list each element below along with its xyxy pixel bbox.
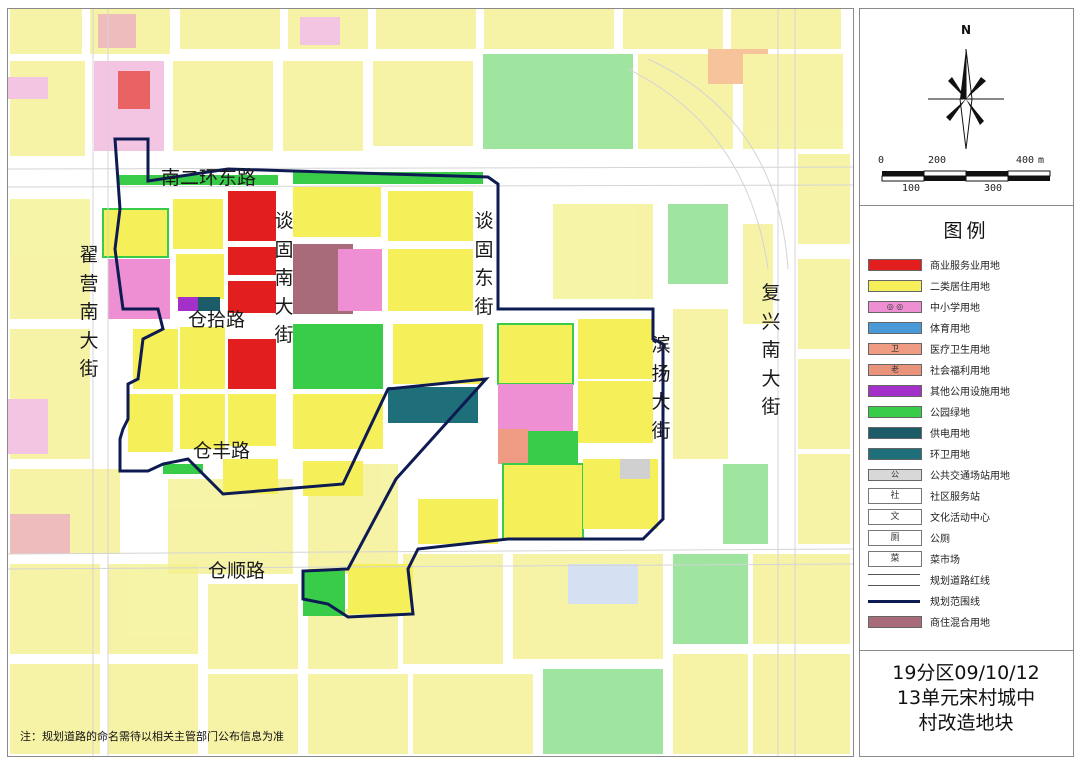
legend-swatch: 社 (868, 488, 922, 504)
legend-item: 老社会福利用地 (868, 360, 1068, 381)
legend-swatch (868, 427, 922, 439)
scale-tick-100: 100 (902, 183, 921, 194)
road-label-cang-feng: 仓丰路 (193, 440, 251, 462)
legend-label: 供电用地 (930, 429, 970, 440)
legend-item: 规划范围线 (868, 591, 1068, 612)
scale-unit: m (1038, 155, 1045, 166)
legend-swatch (868, 600, 920, 603)
legend-item: 二类居住用地 (868, 276, 1068, 297)
road-label-zhai-ying-nan: 翟营南大街 (79, 244, 99, 380)
legend-swatch (868, 259, 922, 271)
legend-label: 社区服务站 (930, 492, 980, 503)
road-label-cang-shun: 仓顺路 (208, 560, 266, 582)
legend-label: 商住混合用地 (930, 618, 990, 629)
legend-swatch: 老 (868, 364, 922, 376)
legend-item: 厕公厕 (868, 528, 1068, 549)
road-label-tan-gu-nan: 谈固南大街 (274, 210, 294, 346)
scale-bar: 0 200 400 m 100 300 (878, 155, 1054, 195)
legend-label: 商业服务业用地 (930, 261, 1000, 272)
legend-swatch: 文 (868, 509, 922, 525)
scale-bar-graphic (881, 170, 1051, 182)
legend-item: 公园绿地 (868, 402, 1068, 423)
legend-item: 公公共交通场站用地 (868, 465, 1068, 486)
surrounding-parcels (8, 9, 843, 156)
legend-swatch: 厕 (868, 530, 922, 546)
legend-item: 文文化活动中心 (868, 507, 1068, 528)
legend-item: 其他公用设施用地 (868, 381, 1068, 402)
legend-swatch (868, 406, 922, 418)
legend-item: ◎ ◎ 中小学用地 (868, 297, 1068, 318)
legend-label: 中小学用地 (930, 303, 980, 314)
scale-tick-200: 200 (928, 155, 947, 166)
legend-swatch (868, 280, 922, 292)
legend-swatch (868, 448, 922, 460)
legend-label: 其他公用设施用地 (930, 387, 1010, 398)
map-figure: 南二环东路 仓拾路 仓丰路 仓顺路 翟营南大街 谈固南大街 谈固东街 滨扬大街 … (0, 0, 1080, 763)
legend-swatch: 卫 (868, 343, 922, 355)
legend-swatch: 菜 (868, 551, 922, 567)
legend-list: 商业服务业用地 二类居住用地 ◎ ◎ 中小学用地 体育用地卫医疗卫生用地老社会福利用地其… (868, 255, 1068, 633)
legend-label: 规划道路红线 (930, 576, 990, 587)
legend-swatch (868, 574, 920, 586)
legend-label: 公共交通场站用地 (930, 471, 1010, 482)
plan-title-line-3: 村改造地块 (918, 712, 1014, 734)
legend-panel: N 0 200 400 m 100 300 图例 商业服务业用地 二类居住用地 … (859, 8, 1074, 757)
legend-item: 商业服务业用地 (868, 255, 1068, 276)
map-note: 注：规划道路的命名需待以相关主管部门公布信息为准 (20, 730, 284, 743)
legend-label: 规划范围线 (930, 597, 980, 608)
legend-label: 菜市场 (930, 555, 960, 566)
legend-swatch (868, 385, 922, 397)
scale-tick-0: 0 (878, 155, 885, 166)
legend-swatch (868, 322, 922, 334)
road-label-bin-yang: 滨扬大街 (651, 334, 671, 442)
compass-icon (928, 48, 1004, 150)
legend-item: 供电用地 (868, 423, 1068, 444)
north-arrow: N (926, 23, 1006, 153)
land-use-map: 南二环东路 仓拾路 仓丰路 仓顺路 翟营南大街 谈固南大街 谈固东街 滨扬大街 … (7, 8, 854, 757)
legend-label: 环卫用地 (930, 450, 970, 461)
legend-label: 社会福利用地 (930, 366, 990, 377)
legend-label: 医疗卫生用地 (930, 345, 990, 356)
panel-divider (860, 650, 1073, 651)
plan-title-line-1: 19分区09/10/12 (892, 662, 1040, 684)
north-letter: N (960, 23, 972, 37)
map-canvas (8, 9, 853, 756)
road-label-cang-shi: 仓拾路 (188, 309, 246, 331)
scale-tick-400: 400 (1016, 155, 1035, 166)
legend-item: 环卫用地 (868, 444, 1068, 465)
scale-tick-300: 300 (984, 183, 1003, 194)
legend-swatch: 公 (868, 469, 922, 481)
legend-item: 社社区服务站 (868, 486, 1068, 507)
legend-label: 体育用地 (930, 324, 970, 335)
legend-item: 商住混合用地 (868, 612, 1068, 633)
road-label-tan-gu-dong: 谈固东街 (474, 210, 494, 318)
legend-label: 公厕 (930, 534, 950, 545)
legend-item: 菜菜市场 (868, 549, 1068, 570)
legend-label: 文化活动中心 (930, 513, 990, 524)
panel-divider (860, 205, 1073, 206)
legend-swatch: ◎ ◎ (868, 301, 922, 313)
legend-swatch (868, 616, 922, 628)
legend-item: 卫医疗卫生用地 (868, 339, 1068, 360)
legend-label: 二类居住用地 (930, 282, 990, 293)
plan-title-line-2: 13单元宋村城中 (896, 687, 1036, 709)
road-label-fu-xing-nan: 复兴南大街 (761, 282, 781, 418)
legend-item: 体育用地 (868, 318, 1068, 339)
legend-title: 图例 (943, 220, 990, 242)
legend-item: 规划道路红线 (868, 570, 1068, 591)
road-label-nan-er-huan: 南二环东路 (161, 167, 257, 189)
legend-label: 公园绿地 (930, 408, 970, 419)
plan-title: 19分区09/10/12 13单元宋村城中 村改造地块 (866, 661, 1066, 736)
